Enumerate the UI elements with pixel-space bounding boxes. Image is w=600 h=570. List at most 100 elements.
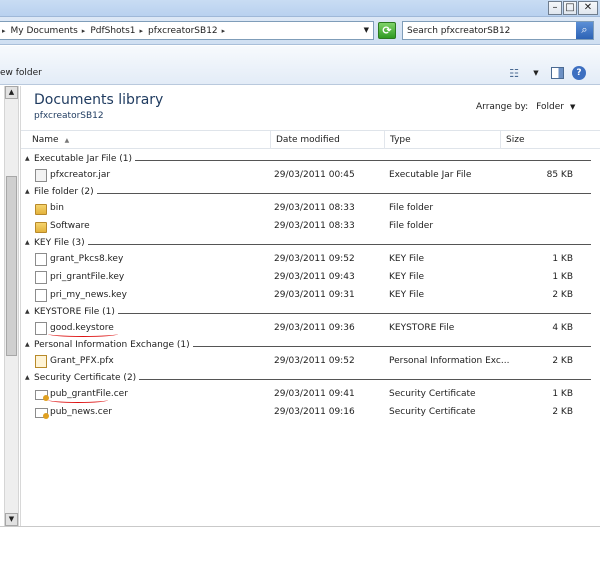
navigation-pane-scrollbar[interactable]: ▲ ▼ [4,86,19,526]
file-date-modified: 29/03/2011 00:45 [274,170,355,180]
search-box[interactable]: Search pfxcreatorSB12 ⌕ [402,21,594,40]
file-row[interactable]: Software 29/03/2011 08:33 File folder [21,218,600,236]
window-controls: – □ ✕ [548,1,598,15]
certificate-key-icon [35,355,47,368]
view-options-icon[interactable]: ☷ [507,67,521,80]
column-date-modified[interactable]: Date modified [271,131,385,149]
file-size: 2 KB [552,290,573,300]
collapse-icon[interactable]: ▲ [25,188,30,195]
chevron-down-icon[interactable]: ▼ [570,103,575,111]
annotation-underline [48,397,108,403]
column-type[interactable]: Type [385,131,501,149]
file-date-modified: 29/03/2011 09:31 [274,290,355,300]
library-subtitle[interactable]: pfxcreatorSB12 [34,111,104,121]
search-icon[interactable]: ⌕ [576,22,593,39]
chevron-right-icon[interactable]: ▸ [140,27,144,35]
group-label: Executable Jar File (1) [34,154,135,164]
file-type: KEY File [389,254,425,264]
scrollbar-thumb[interactable] [6,176,17,356]
column-name-label: Name [32,135,59,145]
group-header[interactable]: ▲ KEY File (3) [25,237,591,251]
column-name[interactable]: Name ▲ [27,131,271,149]
group-header[interactable]: ▲ Security Certificate (2) [25,372,591,386]
jar-icon [35,169,47,182]
annotation-underline [48,331,118,337]
chevron-right-icon[interactable]: ▸ [222,27,226,35]
collapse-icon[interactable]: ▲ [25,341,30,348]
file-name: bin [50,203,64,213]
group-label: KEYSTORE File (1) [34,307,118,317]
chevron-right-icon[interactable]: ▸ [82,27,86,35]
file-list-pane: Documents library pfxcreatorSB12 Arrange… [20,86,600,526]
file-row[interactable]: good.keystore 29/03/2011 09:36 KEYSTORE Fi… [21,320,600,338]
toolbar-icons: ☷ ▼ ? [507,66,586,80]
arrange-by-value[interactable]: Folder [536,102,564,112]
group-header[interactable]: ▲ File folder (2) [25,186,591,200]
preview-pane-icon[interactable] [551,67,564,79]
column-size[interactable]: Size [501,131,587,149]
file-row[interactable]: Grant_PFX.pfx 29/03/2011 09:52 Personal In… [21,353,600,371]
arrange-by[interactable]: Arrange by: Folder ▼ [476,102,575,112]
file-size: 2 KB [552,407,573,417]
breadcrumb-pfxcreatorsb12[interactable]: pfxcreatorSB12 [148,26,218,36]
group-header[interactable]: ▲ Personal Information Exchange (1) [25,339,591,353]
maximize-button[interactable]: □ [563,1,577,15]
file-row[interactable]: pub_news.cer 29/03/2011 09:16 Security Cer… [21,404,600,422]
file-name: Grant_PFX.pfx [50,356,114,366]
address-row: ▸ My Documents ▸ PdfShots1 ▸ pfxcreatorS… [0,17,600,45]
file-date-modified: 29/03/2011 08:33 [274,203,355,213]
file-type: Security Certificate [389,407,476,417]
document-icon [35,271,47,284]
column-header: Name ▲ Date modified Type Size [21,130,600,149]
file-row[interactable]: pfxcreator.jar 29/03/2011 00:45 Executable… [21,167,600,185]
group-header[interactable]: ▲ Executable Jar File (1) [25,153,591,167]
group-header[interactable]: ▲ KEYSTORE File (1) [25,306,591,320]
file-name: pri_my_news.key [50,290,127,300]
search-input[interactable]: Search pfxcreatorSB12 [403,26,576,36]
file-row[interactable]: pub_grantFile.cer 29/03/2011 09:41 Securit… [21,386,600,404]
file-date-modified: 29/03/2011 08:33 [274,221,355,231]
group-divider [34,244,591,245]
breadcrumb-my-documents[interactable]: My Documents [11,26,78,36]
minimize-button[interactable]: – [548,1,562,15]
folder-icon [35,204,47,215]
refresh-button[interactable]: ⟳ [378,22,396,39]
help-icon[interactable]: ? [572,66,586,80]
file-name: Software [50,221,90,231]
file-type: KEY File [389,290,425,300]
collapse-icon[interactable]: ▲ [25,308,30,315]
collapse-icon[interactable]: ▲ [25,374,30,381]
document-icon [35,289,47,302]
scroll-down-icon[interactable]: ▼ [5,513,18,526]
library-title: Documents library [34,92,164,108]
close-button[interactable]: ✕ [578,1,598,15]
refresh-icon: ⟳ [382,24,392,37]
file-size: 1 KB [552,389,573,399]
title-bar: – □ ✕ [0,0,600,17]
file-row[interactable]: grant_Pkcs8.key 29/03/2011 09:52 KEY File 1… [21,251,600,269]
chevron-right-icon[interactable]: ▸ [2,27,6,35]
collapse-icon[interactable]: ▲ [25,155,30,162]
file-type: Executable Jar File [389,170,472,180]
breadcrumb-pdfshots1[interactable]: PdfShots1 [90,26,135,36]
file-size: 4 KB [552,323,573,333]
file-date-modified: 29/03/2011 09:36 [274,323,355,333]
file-date-modified: 29/03/2011 09:41 [274,389,355,399]
group-label: Security Certificate (2) [34,373,140,383]
file-date-modified: 29/03/2011 09:52 [274,254,355,264]
certificate-icon [35,390,49,401]
chevron-down-icon[interactable]: ▼ [364,26,369,34]
new-folder-button[interactable]: ew folder [0,68,42,78]
file-type: KEY File [389,272,425,282]
address-bar[interactable]: ▸ My Documents ▸ PdfShots1 ▸ pfxcreatorS… [0,21,374,40]
collapse-icon[interactable]: ▲ [25,239,30,246]
chevron-down-icon[interactable]: ▼ [529,67,543,80]
file-row[interactable]: pri_grantFile.key 29/03/2011 09:43 KEY Fil… [21,269,600,287]
file-row[interactable]: bin 29/03/2011 08:33 File folder [21,200,600,218]
scroll-up-icon[interactable]: ▲ [5,86,18,99]
file-size: 85 KB [546,170,573,180]
file-date-modified: 29/03/2011 09:52 [274,356,355,366]
file-type: File folder [389,203,434,213]
group-divider [34,193,591,194]
file-row[interactable]: pri_my_news.key 29/03/2011 09:31 KEY File 2… [21,287,600,305]
